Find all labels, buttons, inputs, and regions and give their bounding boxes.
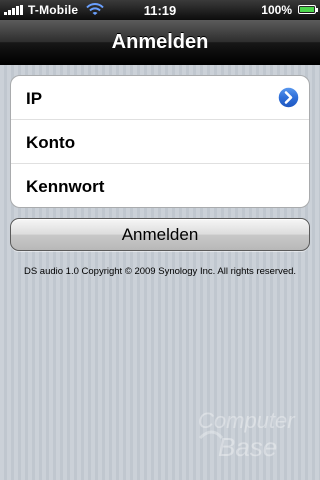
page-title: Anmelden	[111, 31, 209, 53]
svg-text:Computer: Computer	[198, 408, 296, 433]
navigation-bar: Anmelden	[0, 20, 320, 65]
battery-icon	[298, 5, 318, 14]
battery-fill	[300, 7, 314, 12]
login-form-group: IP Konto Kennwort	[10, 75, 310, 208]
account-field[interactable]: Konto	[11, 120, 309, 164]
ip-label: IP	[26, 89, 43, 108]
password-field[interactable]: Kennwort	[11, 164, 309, 207]
battery-percentage: 100%	[261, 3, 292, 17]
status-bar: T-Mobile 11:19 100%	[0, 0, 320, 20]
password-label: Kennwort	[26, 177, 105, 196]
chevron-right-circle-icon[interactable]	[277, 86, 300, 109]
ip-field[interactable]: IP	[11, 76, 309, 120]
login-button[interactable]: Anmelden	[10, 218, 310, 251]
account-label: Konto	[26, 133, 76, 152]
copyright-notice: DS audio 1.0 Copyright © 2009 Synology I…	[23, 266, 297, 277]
svg-text:Base: Base	[218, 432, 277, 462]
computerbase-watermark-logo: Computer Base	[198, 408, 296, 462]
